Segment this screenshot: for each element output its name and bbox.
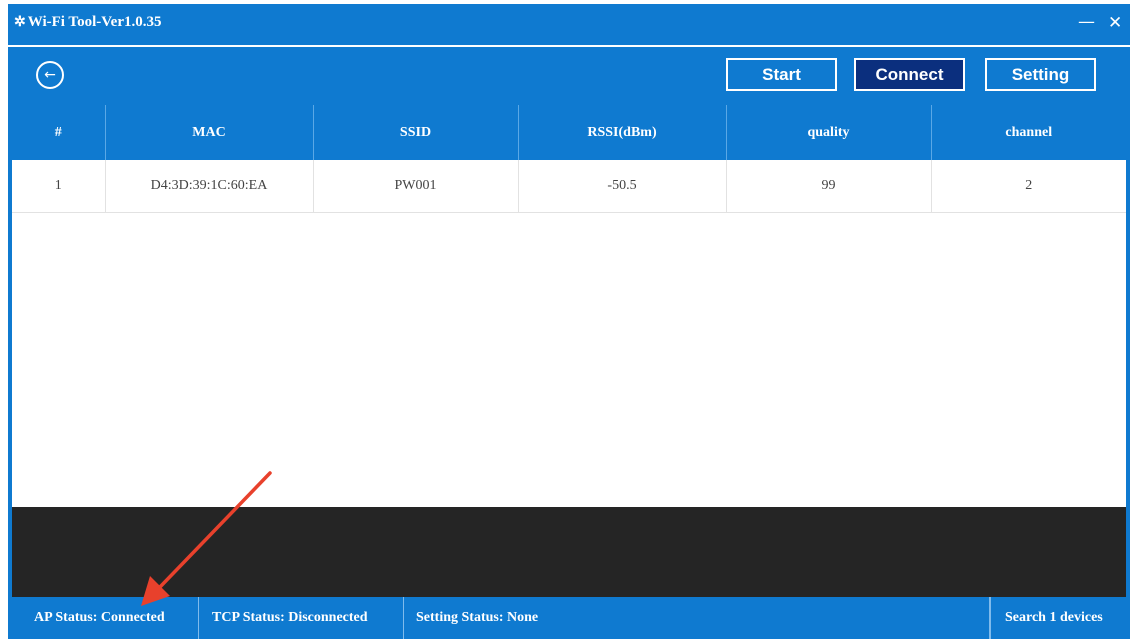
cell-index: 1 bbox=[12, 160, 105, 213]
connect-button[interactable]: Connect bbox=[854, 58, 965, 91]
app-window: ✲ Wi-Fi Tool-Ver1.0.35 — ✕ ← Start Conne… bbox=[8, 4, 1130, 639]
log-console[interactable] bbox=[12, 507, 1126, 597]
toolbar: ← Start Connect Setting bbox=[8, 47, 1130, 105]
start-button[interactable]: Start bbox=[726, 58, 837, 91]
status-bar: AP Status: Connected TCP Status: Disconn… bbox=[8, 597, 1130, 639]
table-header-row: # MAC SSID RSSI(dBm) quality channel bbox=[12, 105, 1126, 160]
setting-button[interactable]: Setting bbox=[985, 58, 1096, 91]
cell-rssi: -50.5 bbox=[517, 160, 726, 213]
right-border bbox=[1126, 47, 1130, 639]
device-table: # MAC SSID RSSI(dBm) quality channel 1 D… bbox=[12, 105, 1126, 213]
ap-status: AP Status: Connected bbox=[8, 597, 199, 639]
cell-quality: 99 bbox=[725, 160, 931, 213]
table-row[interactable]: 1 D4:3D:39:1C:60:EA PW001 -50.5 99 2 bbox=[12, 160, 1126, 213]
column-header-index[interactable]: # bbox=[12, 105, 105, 160]
sparkle-icon: ✲ bbox=[14, 15, 26, 30]
cell-channel: 2 bbox=[930, 160, 1126, 213]
setting-status: Setting Status: None bbox=[404, 597, 990, 639]
minimize-icon[interactable]: — bbox=[1078, 12, 1095, 32]
cell-ssid: PW001 bbox=[312, 160, 518, 213]
back-arrow-icon[interactable]: ← bbox=[36, 61, 64, 89]
column-header-rssi[interactable]: RSSI(dBm) bbox=[517, 105, 726, 160]
cell-mac: D4:3D:39:1C:60:EA bbox=[104, 160, 313, 213]
column-header-mac[interactable]: MAC bbox=[104, 105, 313, 160]
column-header-ssid[interactable]: SSID bbox=[312, 105, 518, 160]
window-title-text: Wi-Fi Tool-Ver1.0.35 bbox=[27, 14, 162, 30]
tcp-status: TCP Status: Disconnected bbox=[199, 597, 404, 639]
title-bar[interactable]: ✲ Wi-Fi Tool-Ver1.0.35 — ✕ bbox=[8, 4, 1130, 45]
close-icon[interactable]: ✕ bbox=[1108, 13, 1122, 33]
column-header-channel[interactable]: channel bbox=[930, 105, 1126, 160]
window-title: ✲ Wi-Fi Tool-Ver1.0.35 bbox=[14, 14, 162, 31]
search-count: Search 1 devices bbox=[990, 597, 1130, 639]
column-header-quality[interactable]: quality bbox=[725, 105, 931, 160]
